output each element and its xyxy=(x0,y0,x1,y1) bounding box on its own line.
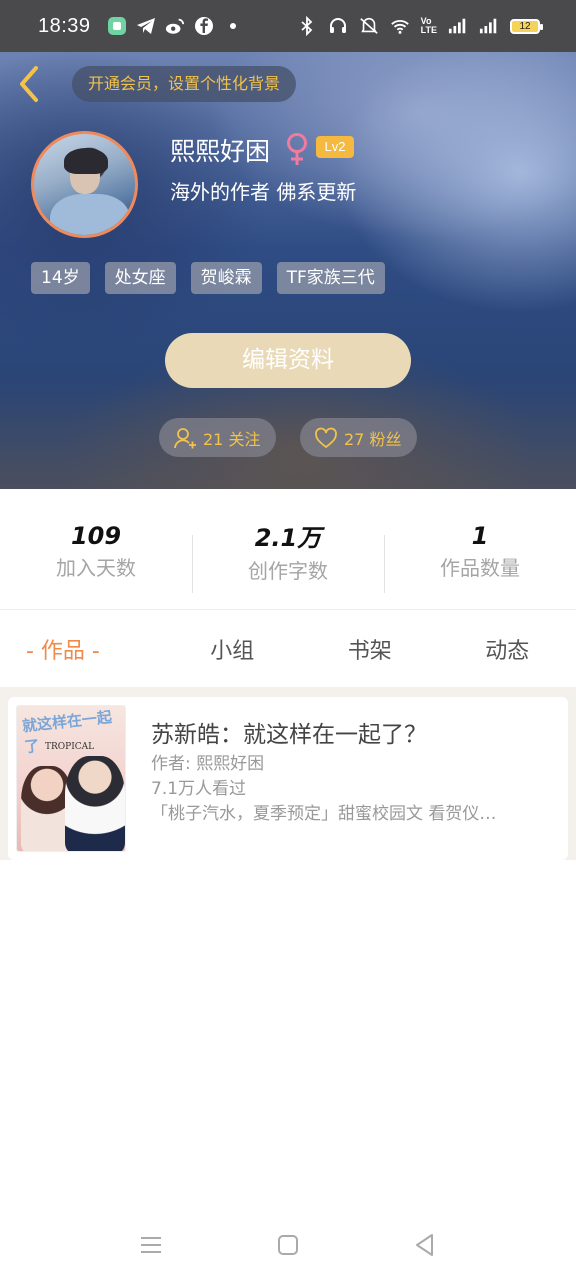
stat-days-joined: 109 加入天数 xyxy=(0,489,192,609)
back-nav-button[interactable] xyxy=(412,1232,438,1258)
profile-tabs: - 作品 - 小组 书架 动态 xyxy=(0,611,576,687)
stat-label: 加入天数 xyxy=(56,555,136,580)
vip-background-prompt[interactable]: 开通会员，设置个性化背景 xyxy=(72,66,297,102)
app-icon xyxy=(107,16,127,36)
following-count-label: 21 关注 xyxy=(203,429,261,449)
fans-count-label: 27 粉丝 xyxy=(344,429,402,449)
edit-profile-button[interactable]: 编辑资料 xyxy=(165,333,411,388)
stat-value: 2.1万 xyxy=(254,524,322,552)
stat-value: 1 xyxy=(471,521,489,550)
works-list: 就这样在一起了 TROPICAL 苏新皓：就这样在一起了？ 作者: 熙熙好困 7… xyxy=(0,687,576,860)
work-author: 作者: 熙熙好困 xyxy=(151,754,265,774)
back-button[interactable] xyxy=(14,64,46,104)
tab-groups[interactable]: 小组 xyxy=(164,611,302,687)
following-button[interactable]: 21 关注 xyxy=(159,418,276,457)
telegram-icon xyxy=(136,16,156,36)
profile-tag: 处女座 xyxy=(104,262,176,294)
weibo-icon xyxy=(165,16,185,36)
work-views: 7.1万人看过 xyxy=(151,779,247,799)
profile-tags: 14岁 处女座 贺峻霖 TF家族三代 xyxy=(31,262,385,294)
signal-icon xyxy=(479,16,499,36)
battery-icon: 12 xyxy=(510,18,543,34)
profile-stats: 109 加入天数 2.1万 创作字数 1 作品数量 xyxy=(0,489,576,610)
female-gender-icon xyxy=(284,132,310,166)
back-icon xyxy=(416,1234,433,1256)
avatar-figure-body xyxy=(50,194,130,235)
home-icon xyxy=(278,1235,298,1255)
system-icons: Vo LTE 12 xyxy=(297,16,543,36)
profile-bio: 海外的作者 佛系更新 xyxy=(170,180,357,204)
work-card[interactable]: 就这样在一起了 TROPICAL 苏新皓：就这样在一起了？ 作者: 熙熙好困 7… xyxy=(8,697,568,860)
stat-label: 创作字数 xyxy=(248,559,328,583)
wifi-icon xyxy=(390,16,410,36)
avatar-figure-hair xyxy=(64,148,108,174)
tab-bookshelf[interactable]: 书架 xyxy=(301,611,439,687)
nickname: 熙熙好困 xyxy=(170,137,271,166)
profile-header: 开通会员，设置个性化背景 熙熙好困 Lv2 海外的作者 佛系更新 14岁 处女座… xyxy=(0,52,576,489)
work-title[interactable]: 苏新皓：就这样在一起了？ xyxy=(151,715,427,749)
facebook-icon xyxy=(194,16,214,36)
profile-tag: TF家族三代 xyxy=(276,262,385,294)
dot-icon xyxy=(223,16,243,36)
tab-activity[interactable]: 动态 xyxy=(439,611,576,687)
system-nav-bar xyxy=(0,1212,576,1280)
fans-button[interactable]: 27 粉丝 xyxy=(300,418,417,457)
profile-tag: 贺峻霖 xyxy=(190,262,262,294)
stat-works-count: 1 作品数量 xyxy=(384,489,576,609)
mute-icon xyxy=(359,16,379,36)
work-cover-image[interactable]: 就这样在一起了 TROPICAL xyxy=(16,705,126,852)
add-user-icon xyxy=(174,427,196,448)
tab-works[interactable]: - 作品 - xyxy=(0,611,164,687)
notification-icons xyxy=(107,16,243,36)
headphones-icon xyxy=(328,16,348,36)
cover-subtitle-text: TROPICAL xyxy=(45,742,95,752)
status-bar: 18:39 Vo LTE 12 xyxy=(0,0,576,52)
chevron-left-icon xyxy=(20,66,38,102)
work-description: 「桃子汽水，夏季预定」甜蜜校园文 看贺仪… xyxy=(151,804,497,824)
avatar[interactable] xyxy=(31,131,138,238)
profile-tag: 14岁 xyxy=(31,262,90,294)
heart-icon xyxy=(315,427,337,448)
level-badge: Lv2 xyxy=(316,136,354,158)
menu-button[interactable] xyxy=(138,1232,164,1258)
home-button[interactable] xyxy=(275,1232,301,1258)
stat-value: 109 xyxy=(70,521,122,550)
bluetooth-icon xyxy=(297,16,317,36)
signal-icon xyxy=(448,16,468,36)
status-time: 18:39 xyxy=(38,14,91,37)
menu-icon xyxy=(141,1237,161,1253)
cover-figure-boy xyxy=(65,756,125,851)
stat-label: 作品数量 xyxy=(440,555,520,580)
volte-bottom: LTE xyxy=(420,25,437,35)
stat-word-count: 2.1万 创作字数 xyxy=(192,489,384,609)
volte-icon: Vo LTE xyxy=(421,17,437,35)
